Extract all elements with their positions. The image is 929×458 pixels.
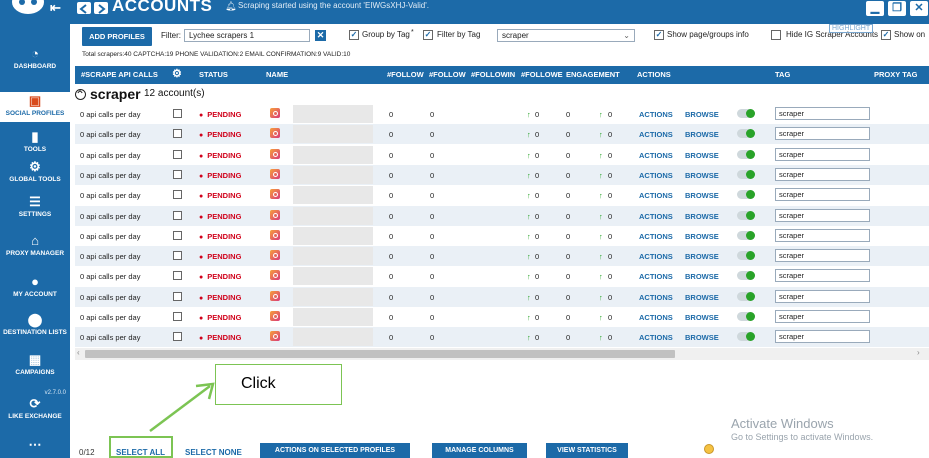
activate-windows-subtitle: Go to Settings to activate Windows. bbox=[731, 432, 874, 442]
view-statistics-button[interactable]: VIEW STATISTICS bbox=[546, 443, 628, 458]
select-none-button[interactable]: SELECT NONE bbox=[185, 448, 242, 457]
activate-windows-title: Activate Windows bbox=[731, 416, 834, 431]
selection-count: 0/12 bbox=[79, 448, 95, 457]
feedback-emoji-icon[interactable] bbox=[704, 444, 714, 454]
select-all-button[interactable]: SELECT ALL bbox=[116, 448, 165, 457]
annotation-arrow-icon bbox=[149, 382, 215, 432]
app-window: ⇤ ◔ DASHBOARD ▣ SOCIAL PROFILES ▮ TOOLS ⚙ GLOBA… bbox=[0, 0, 929, 458]
manage-columns-button[interactable]: MANAGE COLUMNS bbox=[432, 443, 527, 458]
actions-on-selected-button[interactable]: ACTIONS ON SELECTED PROFILES bbox=[260, 443, 410, 458]
